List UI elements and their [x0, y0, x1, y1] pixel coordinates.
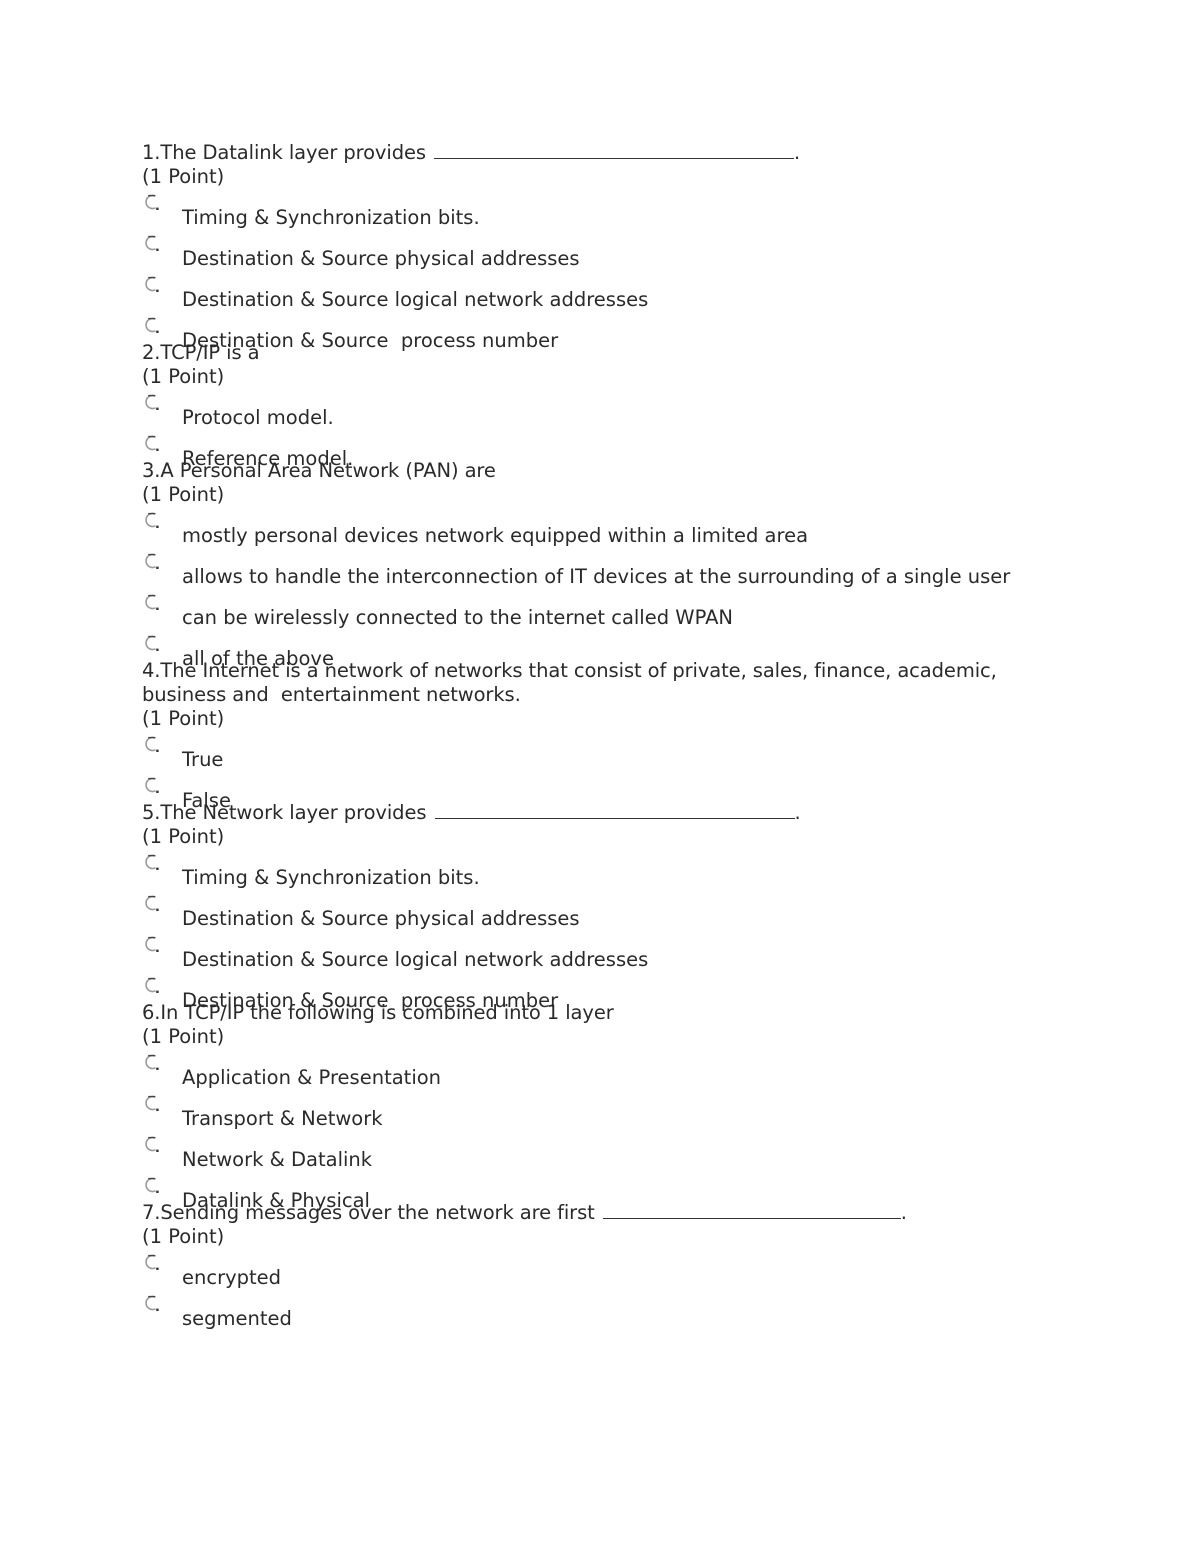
answer-option[interactable]: Destination & Source process number: [142, 312, 1072, 352]
answer-option-label: Destination & Source logical network add…: [182, 288, 649, 311]
question-points: (1 Point): [142, 1225, 225, 1248]
question-points: (1 Point): [142, 365, 225, 388]
question-points: (1 Point): [142, 825, 225, 848]
radio-button-icon[interactable]: [143, 935, 161, 953]
answer-options: Timing & Synchronization bits. Destinatio…: [142, 849, 1072, 1012]
radio-button-icon[interactable]: [143, 434, 161, 452]
answer-options: encrypted segmented: [142, 1249, 1072, 1330]
answer-option[interactable]: allows to handle the interconnection of …: [142, 548, 1072, 589]
radio-button-icon[interactable]: [143, 511, 161, 529]
answer-option[interactable]: all of the above: [142, 630, 1072, 670]
radio-button-icon[interactable]: [143, 1294, 161, 1312]
radio-button-icon[interactable]: [143, 853, 161, 871]
answer-option-label: all of the above: [182, 647, 334, 670]
answer-option-label: True: [182, 748, 224, 771]
radio-button-icon[interactable]: [143, 634, 161, 652]
question-points: (1 Point): [142, 707, 225, 730]
question-7: 7.Sending messages over the network are …: [142, 1201, 1072, 1330]
radio-button-icon[interactable]: [143, 1053, 161, 1071]
answer-option-label: Reference model.: [182, 447, 354, 470]
answer-option[interactable]: Timing & Synchronization bits.: [142, 189, 1072, 230]
answer-option[interactable]: Destination & Source logical network add…: [142, 931, 1072, 972]
radio-button-icon[interactable]: [143, 1135, 161, 1153]
radio-button-icon[interactable]: [143, 393, 161, 411]
answer-option-label: mostly personal devices network equipped…: [182, 524, 809, 547]
answer-option[interactable]: segmented: [142, 1290, 1072, 1330]
radio-button-icon[interactable]: [143, 1176, 161, 1194]
answer-blank: [434, 141, 795, 159]
answer-option[interactable]: mostly personal devices network equipped…: [142, 507, 1072, 548]
question-2: 2.TCP/IP is a (1 Point) Protocol model. Ref…: [142, 341, 1072, 470]
question-prompt: 1.The Datalink layer provides: [142, 141, 433, 164]
answer-option[interactable]: Destination & Source process number: [142, 972, 1072, 1012]
document-page: 1.The Datalink layer provides . (1 Point)…: [0, 0, 1200, 1553]
answer-options: Application & Presentation Transport & Ne…: [142, 1049, 1072, 1212]
answer-option[interactable]: Timing & Synchronization bits.: [142, 849, 1072, 890]
question-5: 5.The Network layer provides . (1 Point) T…: [142, 801, 1072, 1012]
answer-options: mostly personal devices network equipped…: [142, 507, 1072, 670]
question-points: (1 Point): [142, 1025, 225, 1048]
question-6: 6.In TCP/IP the following is combined in…: [142, 1001, 1072, 1212]
radio-button-icon[interactable]: [143, 976, 161, 994]
radio-button-icon[interactable]: [143, 735, 161, 753]
radio-button-icon[interactable]: [143, 552, 161, 570]
answer-blank: [602, 1201, 901, 1219]
answer-option[interactable]: Network & Datalink: [142, 1131, 1072, 1172]
answer-option[interactable]: Destination & Source physical addresses: [142, 890, 1072, 931]
radio-button-icon[interactable]: [143, 234, 161, 252]
answer-option-label: False: [182, 789, 231, 812]
answer-option-label: Protocol model.: [182, 406, 334, 429]
answer-option-label: Destination & Source logical network add…: [182, 948, 649, 971]
radio-button-icon[interactable]: [143, 193, 161, 211]
answer-option-label: Transport & Network: [182, 1107, 383, 1130]
answer-option-label: allows to handle the interconnection of …: [182, 565, 1011, 588]
answer-option-label: segmented: [182, 1307, 292, 1330]
radio-button-icon[interactable]: [143, 1253, 161, 1271]
answer-option-label: Datalink & Physical: [182, 1189, 370, 1212]
answer-option-label: Timing & Synchronization bits.: [182, 206, 480, 229]
answer-option-label: Timing & Synchronization bits.: [182, 866, 480, 889]
radio-button-icon[interactable]: [143, 1094, 161, 1112]
answer-option[interactable]: Protocol model.: [142, 389, 1072, 430]
question-points: (1 Point): [142, 483, 225, 506]
question-suffix: .: [794, 141, 801, 164]
radio-button-icon[interactable]: [143, 894, 161, 912]
answer-option[interactable]: Reference model.: [142, 430, 1072, 470]
answer-options: True False: [142, 731, 1072, 812]
question-3: 3.A Personal Area Network (PAN) are (1 Po…: [142, 459, 1072, 670]
answer-option[interactable]: encrypted: [142, 1249, 1072, 1290]
answer-option[interactable]: Datalink & Physical: [142, 1172, 1072, 1212]
radio-button-icon[interactable]: [143, 316, 161, 334]
question-points: (1 Point): [142, 165, 225, 188]
answer-option-label: Destination & Source physical addresses: [182, 247, 580, 270]
answer-option-label: Destination & Source process number: [182, 329, 559, 352]
radio-button-icon[interactable]: [143, 275, 161, 293]
answer-option[interactable]: True: [142, 731, 1072, 772]
answer-options: Protocol model. Reference model.: [142, 389, 1072, 470]
quiz-content: 1.The Datalink layer provides . (1 Point)…: [142, 141, 1072, 1330]
answer-option-label: Application & Presentation: [182, 1066, 442, 1089]
question-text: 5.The Network layer provides .: [142, 801, 1072, 825]
answer-option-label: can be wirelessly connected to the inter…: [182, 606, 734, 629]
question-1: 1.The Datalink layer provides . (1 Point)…: [142, 141, 1072, 352]
answer-option-label: encrypted: [182, 1266, 282, 1289]
question-4: 4.The Internet is a network of networks …: [142, 659, 1072, 812]
answer-option[interactable]: False: [142, 772, 1072, 812]
answer-option[interactable]: Destination & Source physical addresses: [142, 230, 1072, 271]
answer-option-label: Network & Datalink: [182, 1148, 373, 1171]
answer-option[interactable]: Destination & Source logical network add…: [142, 271, 1072, 312]
radio-button-icon[interactable]: [143, 593, 161, 611]
question-suffix: .: [900, 1201, 907, 1224]
answer-option-label: Destination & Source process number: [182, 989, 559, 1012]
answer-option-label: Destination & Source physical addresses: [182, 907, 580, 930]
question-text: 1.The Datalink layer provides .: [142, 141, 1072, 165]
answer-option[interactable]: Application & Presentation: [142, 1049, 1072, 1090]
answer-option[interactable]: Transport & Network: [142, 1090, 1072, 1131]
answer-blank: [434, 801, 795, 819]
radio-button-icon[interactable]: [143, 776, 161, 794]
answer-options: Timing & Synchronization bits. Destinatio…: [142, 189, 1072, 352]
answer-option[interactable]: can be wirelessly connected to the inter…: [142, 589, 1072, 630]
question-suffix: .: [794, 801, 801, 824]
